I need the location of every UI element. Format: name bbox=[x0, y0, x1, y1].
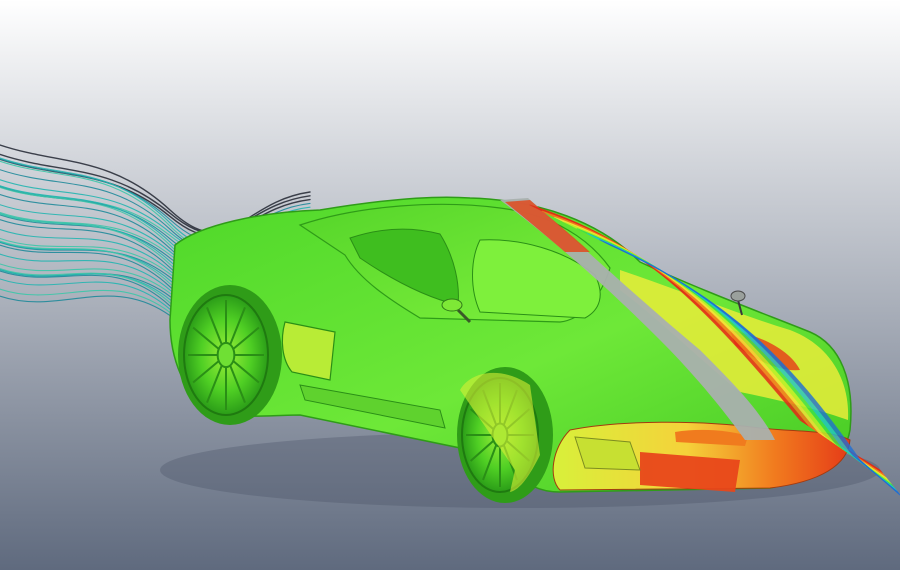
cfd-viewport[interactable] bbox=[0, 0, 900, 570]
headlight bbox=[574, 436, 641, 471]
cfd-scene bbox=[0, 0, 900, 570]
rear-wheel bbox=[178, 285, 282, 425]
wheel-hub bbox=[216, 341, 236, 369]
